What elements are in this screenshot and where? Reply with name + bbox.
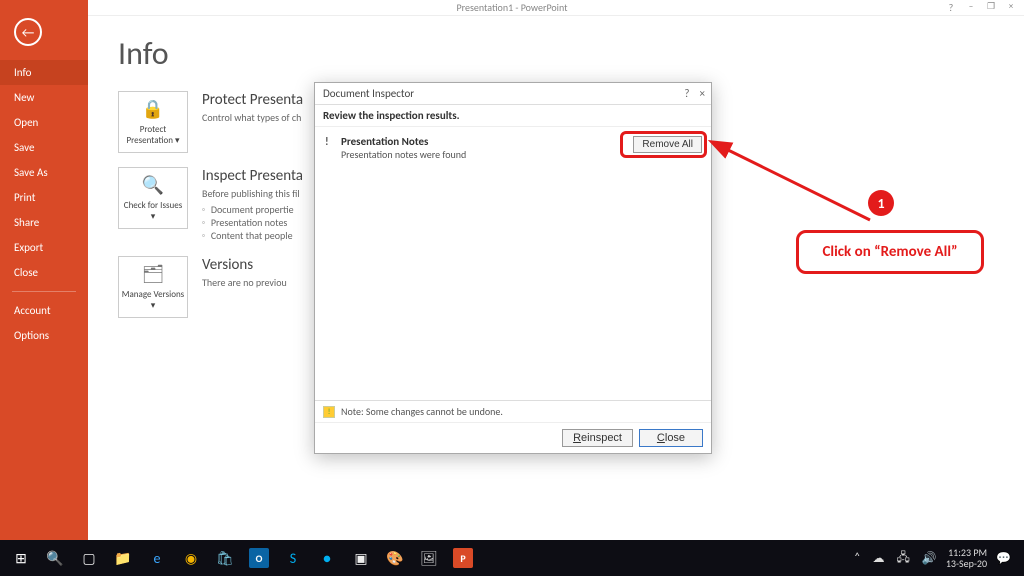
app-titlebar: Presentation1 - PowerPoint ? – ❐ × xyxy=(0,0,1024,16)
windows-icon: ⊞ xyxy=(15,550,27,567)
versions-icon: 🗂 xyxy=(142,263,165,285)
restore-button[interactable]: ❐ xyxy=(984,1,998,14)
annotation-badge: 1 xyxy=(868,190,894,216)
dialog-note-text: Note: Some changes cannot be undone. xyxy=(341,405,503,418)
dialog-close-button[interactable]: × xyxy=(700,87,705,100)
dialog-help-button[interactable]: ? xyxy=(684,87,689,100)
minimize-button[interactable]: – xyxy=(964,1,978,14)
taskbar-taskview-button[interactable]: ▢ xyxy=(72,543,106,573)
file-menu-item-saveas[interactable]: Save As xyxy=(0,160,88,185)
taskbar-pictures[interactable]: 🖼 xyxy=(412,543,446,573)
outlook-icon: O xyxy=(249,548,269,568)
remove-all-button[interactable]: Remove All xyxy=(633,136,702,153)
document-inspector-dialog: Document Inspector ? × Review the inspec… xyxy=(314,82,712,454)
tray-volume-icon[interactable]: 🔊 xyxy=(919,551,940,566)
app-title: Presentation1 - PowerPoint xyxy=(457,1,568,14)
manage-versions-button[interactable]: 🗂 Manage Versions ▾ xyxy=(118,256,188,318)
tray-network-icon[interactable]: 🖧 xyxy=(893,548,912,569)
file-menu-item-new[interactable]: New xyxy=(0,85,88,110)
store-icon: 🛍 xyxy=(216,550,234,567)
taskbar-skype[interactable]: S xyxy=(276,543,310,573)
dialog-note: ! Note: Some changes cannot be undone. xyxy=(315,400,711,422)
start-button[interactable]: ⊞ xyxy=(4,543,38,573)
taskbar-powerpoint[interactable]: P xyxy=(446,543,480,573)
skype-icon: S xyxy=(290,550,296,567)
file-menu-item-print[interactable]: Print xyxy=(0,185,88,210)
taskbar-store[interactable]: 🛍 xyxy=(208,543,242,573)
dialog-title: Document Inspector xyxy=(323,87,414,100)
file-menu-item-close[interactable]: Close xyxy=(0,260,88,285)
dialog-button-bar: Reinspect Close xyxy=(315,422,711,453)
file-menu-item-save[interactable]: Save xyxy=(0,135,88,160)
warning-icon: ! xyxy=(323,406,335,418)
annotation-highlight: Remove All xyxy=(620,131,707,158)
folder-icon: 📁 xyxy=(114,550,131,567)
edge-icon: e xyxy=(154,550,161,567)
file-menu-item-share[interactable]: Share xyxy=(0,210,88,235)
close-dialog-button[interactable]: Close xyxy=(639,429,703,447)
file-menu-item-options[interactable]: Options xyxy=(0,323,88,348)
help-icon[interactable]: ? xyxy=(944,1,958,14)
tile-label: Check for Issues ▾ xyxy=(121,200,185,222)
taskview-icon: ▢ xyxy=(82,550,95,567)
taskbar-paint[interactable]: 🎨 xyxy=(378,543,412,573)
magnify-check-icon: 🔍 xyxy=(142,174,164,196)
back-button[interactable]: ← xyxy=(14,18,42,46)
dialog-subtitle: Review the inspection results. xyxy=(315,105,711,127)
divider xyxy=(12,291,76,292)
taskbar: ⊞ 🔍 ▢ 📁 e ◉ 🛍 O S ● ▣ 🎨 🖼 P ˄ ☁ 🖧 🔊 11:2… xyxy=(0,540,1024,576)
tray-cloud-icon[interactable]: ☁ xyxy=(869,551,887,566)
app-icon: ▣ xyxy=(354,550,367,567)
taskbar-skype2[interactable]: ● xyxy=(310,543,344,573)
powerpoint-icon: P xyxy=(453,548,473,568)
annotation-callout: Click on “Remove All” xyxy=(796,230,984,274)
protect-presentation-button[interactable]: 🔒 Protect Presentation ▾ xyxy=(118,91,188,153)
lock-icon: 🔒 xyxy=(142,98,164,120)
file-menu-item-export[interactable]: Export xyxy=(0,235,88,260)
paint-icon: 🎨 xyxy=(386,550,403,567)
close-window-button[interactable]: × xyxy=(1004,1,1018,14)
file-menu: ← Info New Open Save Save As Print Share… xyxy=(0,0,88,540)
tray-notifications-icon[interactable]: 💬 xyxy=(993,551,1014,566)
picture-icon: 🖼 xyxy=(420,550,438,567)
tile-label: Protect Presentation ▾ xyxy=(121,124,185,146)
check-for-issues-button[interactable]: 🔍 Check for Issues ▾ xyxy=(118,167,188,229)
taskbar-search-button[interactable]: 🔍 xyxy=(38,543,72,573)
file-menu-item-info[interactable]: Info xyxy=(0,60,88,85)
reinspect-button[interactable]: Reinspect xyxy=(562,429,633,447)
taskbar-explorer[interactable]: 📁 xyxy=(106,543,140,573)
tile-label: Manage Versions ▾ xyxy=(121,289,185,311)
system-tray: ˄ ☁ 🖧 🔊 11:23 PM 13-Sep-20 💬 xyxy=(851,547,1020,569)
taskbar-app[interactable]: ▣ xyxy=(344,543,378,573)
alert-icon: ! xyxy=(325,135,341,148)
skype-icon: ● xyxy=(323,550,331,567)
dialog-titlebar[interactable]: Document Inspector ? × xyxy=(315,83,711,105)
search-icon: 🔍 xyxy=(46,550,63,567)
arrow-left-icon: ← xyxy=(22,24,35,41)
taskbar-outlook[interactable]: O xyxy=(242,543,276,573)
taskbar-edge[interactable]: e xyxy=(140,543,174,573)
chrome-icon: ◉ xyxy=(185,550,197,567)
file-menu-item-account[interactable]: Account xyxy=(0,298,88,323)
window-controls: ? – ❐ × xyxy=(944,1,1018,14)
tray-chevron-icon[interactable]: ˄ xyxy=(851,551,863,565)
dialog-body: ! Presentation Notes Presentation notes … xyxy=(315,127,711,400)
page-title: Info xyxy=(118,34,994,73)
clock-date: 13-Sep-20 xyxy=(946,558,987,569)
taskbar-chrome[interactable]: ◉ xyxy=(174,543,208,573)
file-menu-item-open[interactable]: Open xyxy=(0,110,88,135)
taskbar-clock[interactable]: 11:23 PM 13-Sep-20 xyxy=(946,547,987,569)
